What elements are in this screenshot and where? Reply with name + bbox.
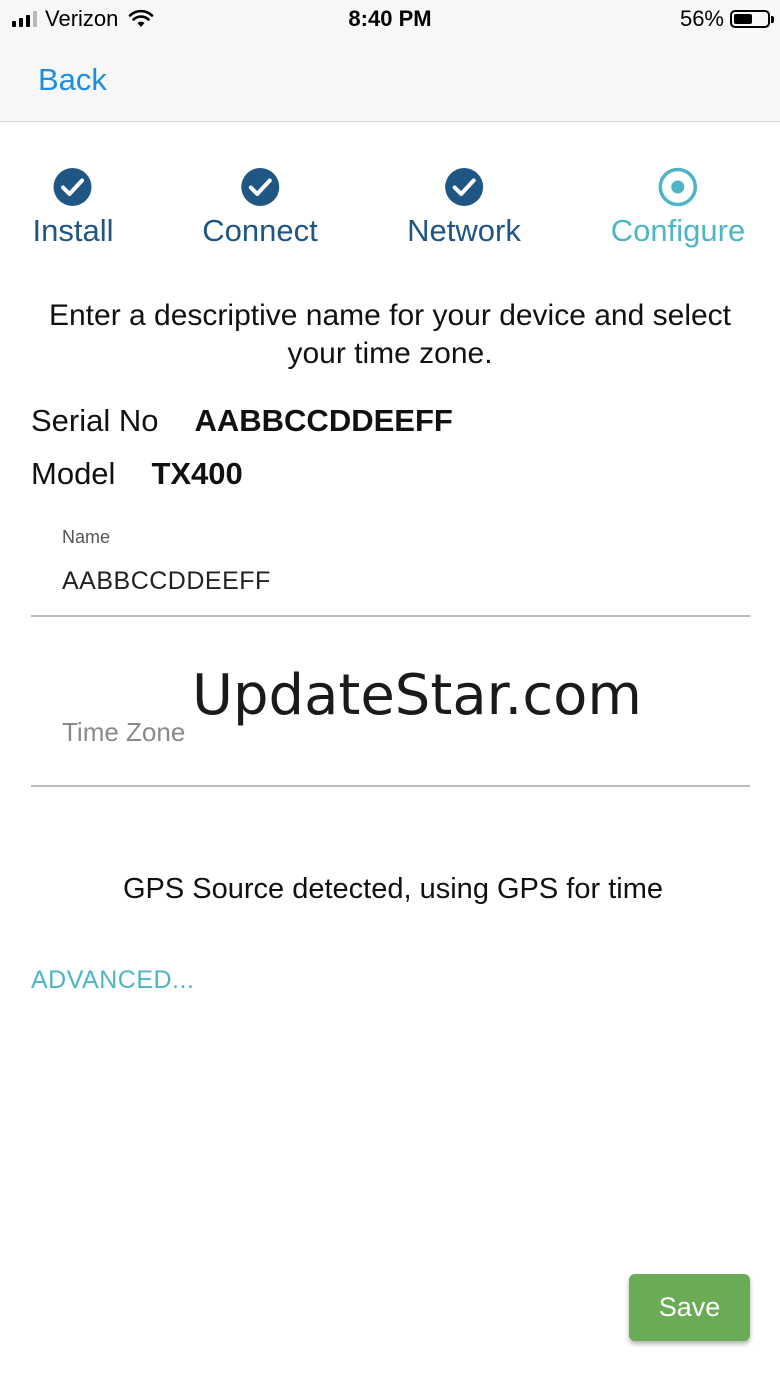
serial-row: Serial No AABBCCDDEEFF bbox=[31, 403, 453, 439]
step-configure[interactable]: Configure bbox=[611, 165, 745, 249]
step-label: Configure bbox=[610, 213, 746, 248]
nav-bar: Back bbox=[0, 40, 780, 122]
battery-percent: 56% bbox=[679, 6, 724, 31]
gps-status-message: GPS Source detected, using GPS for time bbox=[123, 873, 663, 905]
model-label: Model bbox=[31, 456, 116, 491]
check-circle-icon bbox=[241, 168, 279, 206]
step-label: Install bbox=[32, 213, 114, 248]
name-input[interactable]: AABBCCDDEEFF bbox=[62, 567, 271, 596]
step-network[interactable]: Network bbox=[407, 165, 521, 249]
watermark: UpdateStar.com bbox=[192, 663, 642, 728]
serial-label: Serial No bbox=[31, 403, 159, 438]
battery-icon bbox=[730, 10, 774, 28]
time-zone-underline bbox=[31, 785, 750, 787]
back-button[interactable]: Back bbox=[38, 62, 107, 98]
advanced-link[interactable]: ADVANCED... bbox=[31, 966, 194, 995]
step-connect[interactable]: Connect bbox=[202, 165, 318, 249]
step-label: Connect bbox=[202, 213, 318, 248]
step-label: Network bbox=[407, 213, 521, 248]
save-button[interactable]: Save bbox=[629, 1274, 750, 1341]
radio-dot-icon bbox=[658, 167, 698, 207]
check-circle-icon bbox=[444, 168, 483, 206]
serial-value: AABBCCDDEEFF bbox=[194, 403, 453, 438]
status-bar: Verizon 8:40 PM 56% bbox=[0, 0, 780, 40]
model-value: TX400 bbox=[151, 456, 243, 491]
step-install[interactable]: Install bbox=[32, 165, 114, 249]
name-field-label: Name bbox=[62, 527, 111, 547]
status-time: 8:40 PM bbox=[348, 6, 432, 31]
instruction-text: Enter a descriptive name for your device… bbox=[48, 299, 732, 370]
check-circle-icon bbox=[53, 168, 92, 206]
setup-stepper: Install Connect Network Configure bbox=[0, 165, 780, 255]
time-zone-select[interactable]: Time Zone bbox=[62, 717, 185, 748]
status-right: 56% bbox=[679, 6, 774, 32]
name-input-underline bbox=[31, 615, 750, 617]
model-row: Model TX400 bbox=[31, 456, 243, 492]
